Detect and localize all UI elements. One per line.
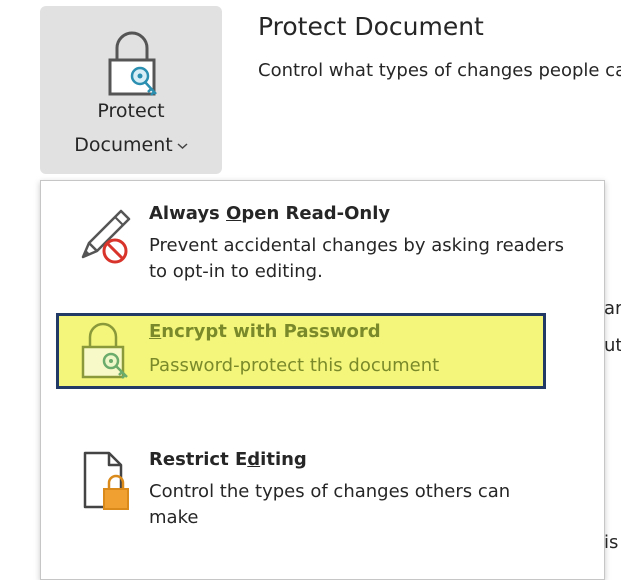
lock-key-icon <box>81 322 128 379</box>
title-suffix: ncrypt with Password <box>161 321 381 342</box>
menu-item-title: Encrypt with Password <box>149 321 381 342</box>
chevron-down-icon <box>177 142 188 149</box>
protect-button-label-line2: Document <box>40 134 222 156</box>
title-prefix: Always <box>149 203 227 224</box>
menu-item-title: Restrict Editing <box>149 449 307 470</box>
menu-item-description: Control the types of changes others can … <box>149 481 511 528</box>
background-text-fragment: ut <box>604 335 621 356</box>
document-lock-icon <box>83 451 129 510</box>
section-description: Control what types of changes people can… <box>258 60 621 81</box>
pencil-no-edit-icon <box>81 209 131 264</box>
background-text-fragment: is <box>604 532 619 553</box>
protect-document-button[interactable]: Protect Document <box>40 6 222 174</box>
title-suffix: pen Read-Only <box>241 203 391 224</box>
protect-document-menu: Always Open Read-Only Prevent accidental… <box>40 180 605 580</box>
accelerator-key: O <box>226 203 242 224</box>
menu-item-encrypt-with-password[interactable]: Encrypt with Password Password-protect t… <box>41 313 604 393</box>
menu-item-title: Always Open Read-Only <box>149 203 390 224</box>
accelerator-key: E <box>149 321 162 342</box>
menu-item-restrict-editing[interactable]: Restrict Editing Control the types of ch… <box>41 443 604 563</box>
protect-button-label-text: Document <box>74 134 173 156</box>
section-title: Protect Document <box>258 12 484 41</box>
menu-item-always-open-read-only[interactable]: Always Open Read-Only Prevent accidental… <box>41 199 604 309</box>
accelerator-key: d <box>247 449 261 470</box>
title-suffix: iting <box>260 449 307 470</box>
menu-item-description: Password-protect this document <box>149 355 440 376</box>
title-prefix: Restrict E <box>149 449 248 470</box>
protect-button-label-line1: Protect <box>97 100 165 122</box>
lock-key-icon <box>108 31 157 96</box>
menu-item-description: Prevent accidental changes by asking rea… <box>149 235 564 282</box>
background-text-fragment: ar <box>604 298 621 319</box>
